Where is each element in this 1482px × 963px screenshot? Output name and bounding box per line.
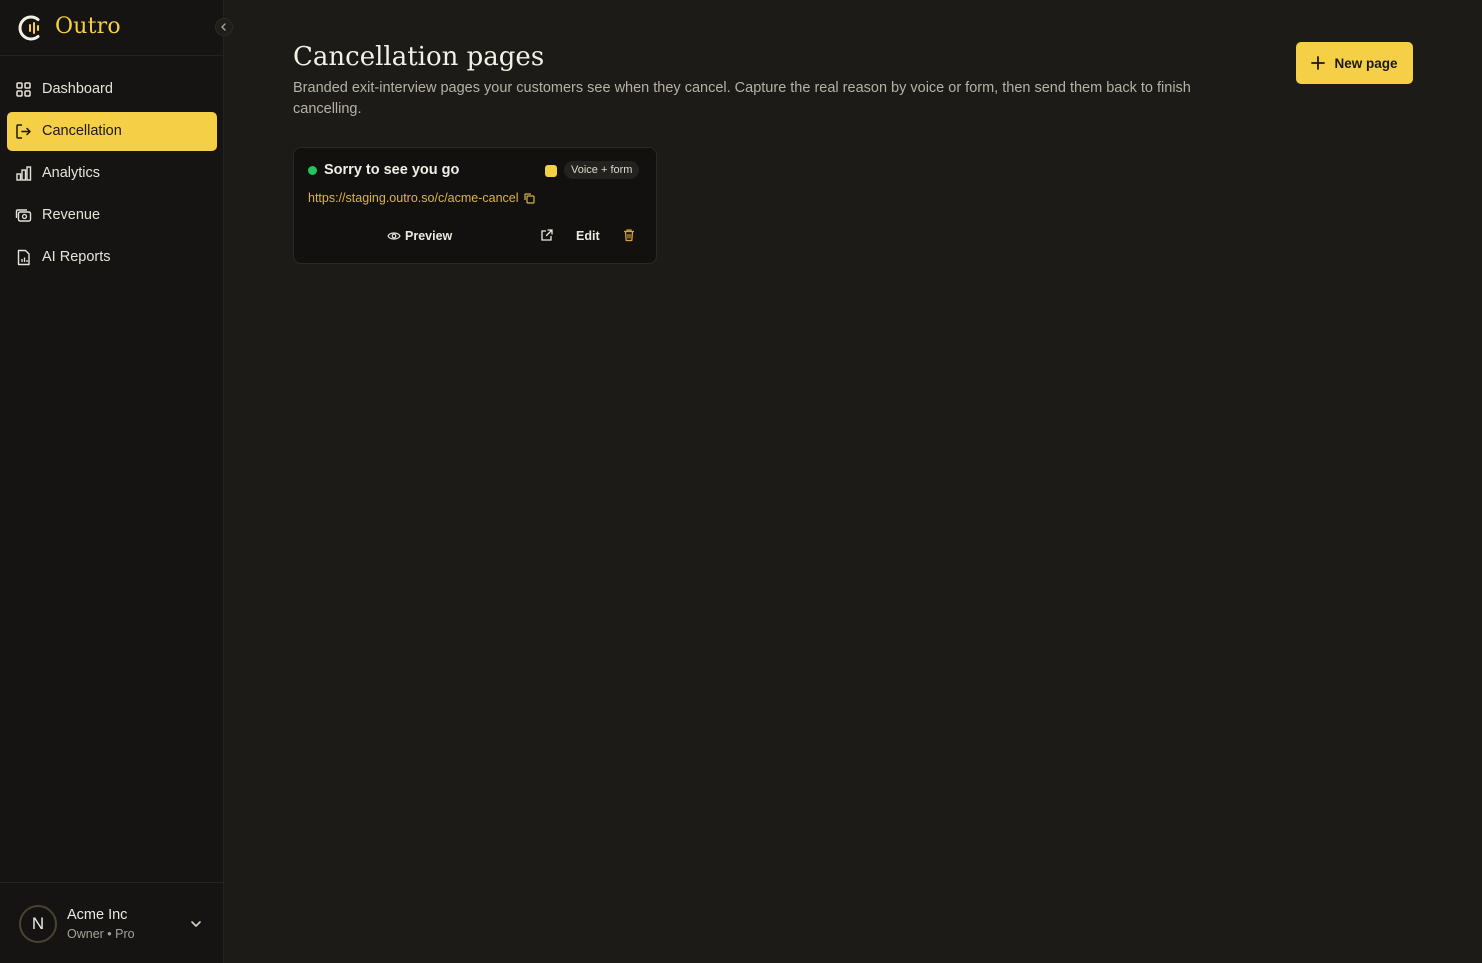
sidebar-item-analytics[interactable]: Analytics bbox=[7, 154, 217, 193]
trash-icon[interactable] bbox=[622, 228, 636, 242]
cancellation-page-card: Sorry to see you go Voice + form https:/… bbox=[293, 147, 657, 264]
card-title: Sorry to see you go bbox=[324, 162, 460, 178]
collapse-sidebar-button[interactable] bbox=[215, 18, 233, 36]
grid-icon bbox=[16, 82, 31, 97]
card-actions: Preview Edit bbox=[294, 226, 658, 246]
bar-chart-icon bbox=[16, 166, 32, 181]
page-description: Branded exit-interview pages your custom… bbox=[293, 80, 1191, 117]
brand-name: Outro bbox=[55, 14, 121, 39]
account-name: Acme Inc bbox=[67, 907, 128, 923]
plus-icon bbox=[1311, 56, 1326, 70]
new-page-button[interactable]: New page bbox=[1296, 42, 1413, 84]
sidebar-item-cancellation[interactable]: Cancellation bbox=[7, 112, 217, 151]
sidebar-item-label: Analytics bbox=[42, 165, 101, 181]
chevron-left-icon bbox=[221, 23, 226, 31]
brand-header: Outro bbox=[0, 0, 224, 56]
mode-badge: Voice + form bbox=[564, 161, 640, 179]
account-switcher[interactable]: N Acme Inc Owner • Pro bbox=[0, 882, 224, 963]
avatar: N bbox=[19, 905, 57, 943]
money-icon bbox=[15, 209, 32, 222]
sidebar-item-label: Revenue bbox=[42, 207, 101, 223]
preview-button[interactable]: Preview bbox=[387, 226, 452, 246]
edit-label: Edit bbox=[576, 229, 600, 243]
outro-logo-icon bbox=[18, 15, 40, 41]
report-icon bbox=[17, 249, 30, 266]
account-role: Owner • Pro bbox=[67, 927, 135, 941]
sidebar-item-ai-reports[interactable]: AI Reports bbox=[7, 238, 217, 277]
sidebar-item-label: Dashboard bbox=[42, 81, 113, 97]
sidebar-item-revenue[interactable]: Revenue bbox=[7, 196, 217, 235]
external-link-icon[interactable] bbox=[540, 228, 554, 242]
page-url-link[interactable]: https://staging.outro.so/c/acme-cancel bbox=[308, 191, 535, 205]
brand-color-swatch bbox=[545, 165, 557, 177]
new-page-label: New page bbox=[1334, 55, 1398, 71]
exit-icon bbox=[16, 124, 31, 139]
edit-button[interactable]: Edit bbox=[576, 226, 600, 246]
status-active-dot bbox=[308, 166, 317, 175]
sidebar-item-label: AI Reports bbox=[42, 249, 111, 265]
preview-label: Preview bbox=[405, 229, 453, 243]
page-url-text: https://staging.outro.so/c/acme-cancel bbox=[308, 191, 519, 205]
chevron-down-icon bbox=[191, 921, 201, 927]
sidebar: Outro Dashboard Cancellation Analytics R… bbox=[0, 0, 233, 963]
eye-icon bbox=[387, 232, 401, 240]
sidebar-item-dashboard[interactable]: Dashboard bbox=[7, 70, 217, 109]
page-title: Cancellation pages bbox=[293, 42, 545, 72]
copy-icon[interactable] bbox=[523, 192, 535, 204]
sidebar-item-label: Cancellation bbox=[42, 123, 122, 139]
